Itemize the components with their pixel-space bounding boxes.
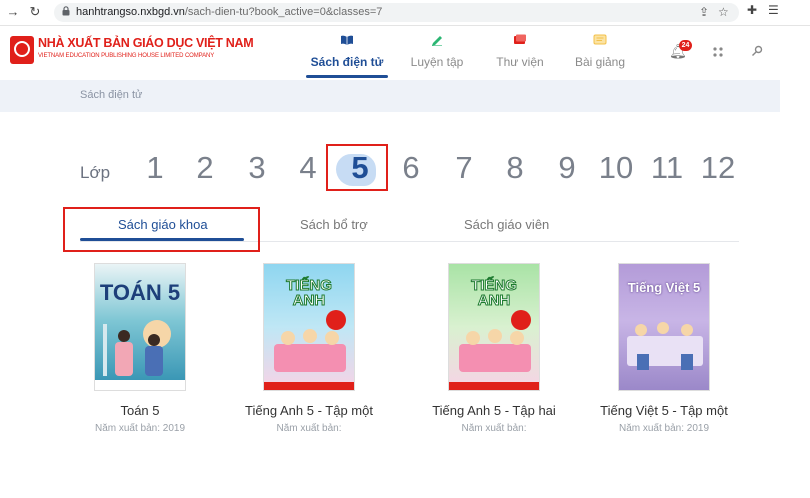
share-icon[interactable]: ⇪	[699, 5, 709, 19]
extensions-icon[interactable]: ✚	[747, 3, 757, 17]
grade-6[interactable]: 6	[391, 150, 431, 186]
publisher-logo[interactable]	[10, 36, 34, 64]
tab-label: Bài giảng	[574, 55, 626, 69]
grade-2[interactable]: 2	[185, 150, 225, 186]
search-icon[interactable]	[751, 45, 763, 57]
tab-sach-giao-vien[interactable]: Sách giáo viên	[464, 217, 549, 232]
back-arrow-icon[interactable]: →	[4, 4, 22, 19]
tab-luyen-tap[interactable]: Luyện tập	[404, 26, 470, 80]
tab-sach-bo-tro[interactable]: Sách bổ trợ	[300, 217, 368, 232]
reading-list-icon[interactable]: ☰	[768, 3, 779, 17]
reload-icon[interactable]: ↻	[26, 4, 44, 20]
url-text: hanhtrangso.nxbgd.vn/sach-dien-tu?book_a…	[76, 6, 382, 18]
grade-10[interactable]: 10	[594, 150, 638, 186]
browser-toolbar: → ↻ hanhtrangso.nxbgd.vn/sach-dien-tu?bo…	[0, 0, 810, 26]
tab-label: Sách điện tử	[310, 55, 384, 69]
cover-title: TIẾNG ANH	[471, 277, 518, 309]
tab-bai-giang[interactable]: Bài giảng	[566, 26, 634, 80]
notification-badge: 24	[679, 40, 692, 51]
book-year: Năm xuất bản:	[276, 423, 342, 434]
active-subtab-marker	[63, 207, 260, 252]
book-year: Năm xuất bản:	[461, 423, 527, 434]
bookmark-star-icon[interactable]: ☆	[718, 5, 729, 19]
book-cover[interactable]: TIẾNG ANH	[448, 263, 540, 391]
grade-9[interactable]: 9	[547, 150, 587, 186]
cover-title: TOÁN 5	[99, 280, 181, 305]
url-host: hanhtrangso.nxbgd.vn	[76, 6, 185, 18]
breadcrumb-current[interactable]: Sách điện tử	[80, 89, 142, 101]
tab-label: Thư viện	[496, 55, 544, 69]
book-title[interactable]: Toán 5	[50, 403, 230, 418]
book-year: Năm xuất bản: 2019	[618, 423, 710, 434]
book-card-toan-5[interactable]: TOÁN 5 Toán 5 Năm xuất bản: 2019	[50, 263, 230, 434]
grade-11[interactable]: 11	[645, 150, 689, 186]
tab-sach-dien-tu[interactable]: Sách điện tử	[306, 26, 388, 80]
book-cover[interactable]: TIẾNG ANH	[263, 263, 355, 391]
address-bar[interactable]: hanhtrangso.nxbgd.vn/sach-dien-tu?book_a…	[54, 3, 739, 22]
grade-12[interactable]: 12	[696, 150, 740, 186]
apps-grid-icon[interactable]	[712, 46, 724, 58]
book-card-tieng-anh-5-tap-mot[interactable]: TIẾNG ANH Tiếng Anh 5 - Tập một Năm xuất…	[219, 263, 399, 434]
book-card-tieng-viet-5-tap-mot[interactable]: Tiếng Việt 5 Tiếng Việt 5 - Tập một Năm …	[574, 263, 754, 434]
publisher-name: NHÀ XUẤT BẢN GIÁO DỤC VIỆT NAM	[38, 36, 254, 50]
publisher-subtitle: VIETNAM EDUCATION PUBLISHING HOUSE LIMIT…	[38, 53, 215, 59]
library-icon	[514, 34, 526, 44]
active-tab-indicator	[306, 75, 388, 78]
grade-3[interactable]: 3	[237, 150, 277, 186]
book-cover[interactable]: Tiếng Việt 5	[618, 263, 710, 391]
book-cover[interactable]: TOÁN 5	[94, 263, 186, 391]
lock-icon	[62, 6, 70, 16]
grade-7[interactable]: 7	[444, 150, 484, 186]
cover-title: TIẾNG ANH	[286, 277, 333, 309]
grade-4[interactable]: 4	[288, 150, 328, 186]
grade-5[interactable]: 5	[340, 150, 380, 186]
app-header: NHÀ XUẤT BẢN GIÁO DỤC VIỆT NAM VIETNAM E…	[0, 26, 810, 80]
book-title[interactable]: Tiếng Việt 5 - Tập một	[574, 403, 754, 418]
tab-thu-vien[interactable]: Thư viện	[490, 26, 550, 80]
slides-icon	[593, 34, 607, 45]
tab-label: Luyện tập	[410, 55, 464, 69]
cover-title: Tiếng Việt 5	[627, 280, 701, 295]
book-year: Năm xuất bản: 2019	[94, 423, 186, 434]
grade-8[interactable]: 8	[495, 150, 535, 186]
url-path: /sach-dien-tu?book_active=0&classes=7	[184, 6, 383, 18]
book-open-icon	[341, 35, 353, 45]
grade-label: Lớp	[80, 163, 111, 182]
book-title[interactable]: Tiếng Anh 5 - Tập một	[219, 403, 399, 418]
pencil-icon	[432, 36, 442, 46]
book-title[interactable]: Tiếng Anh 5 - Tập hai	[404, 403, 584, 418]
breadcrumb: Sách điện tử	[0, 80, 780, 112]
grade-1[interactable]: 1	[135, 150, 175, 186]
book-card-tieng-anh-5-tap-hai[interactable]: TIẾNG ANH Tiếng Anh 5 - Tập hai Năm xuất…	[404, 263, 584, 434]
